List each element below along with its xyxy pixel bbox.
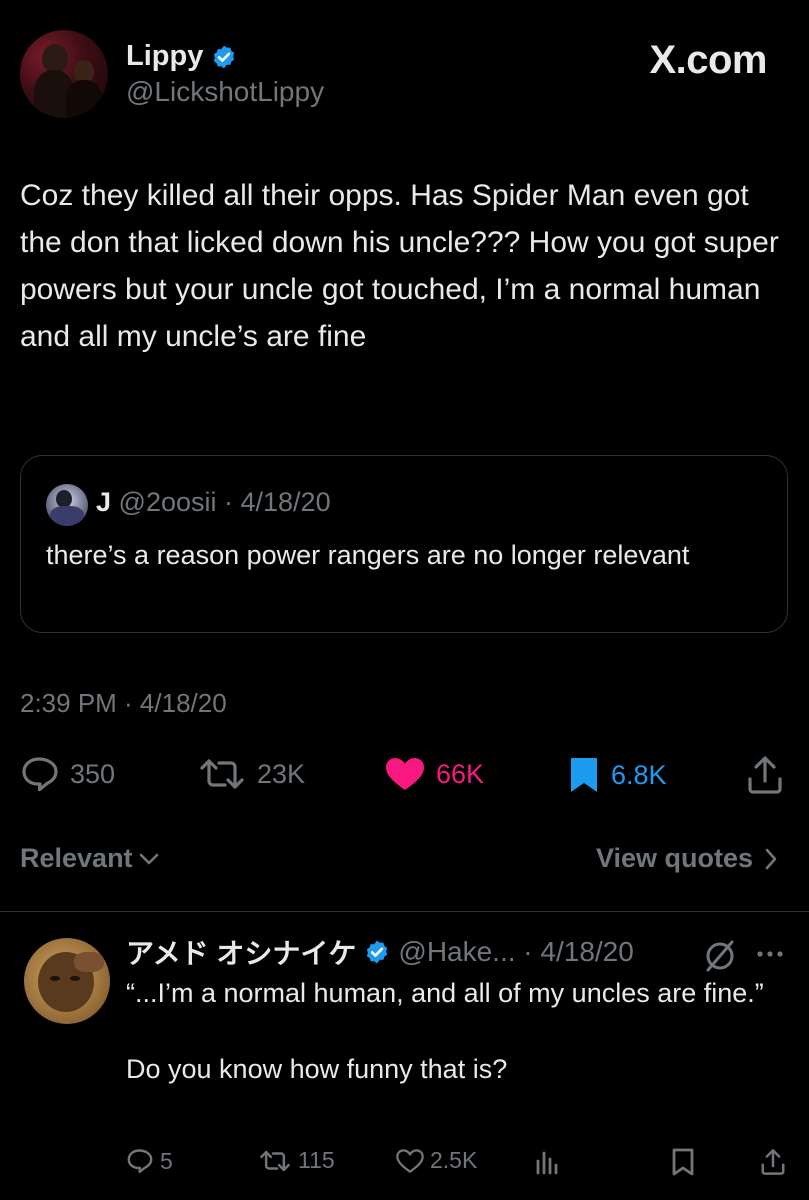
bookmark-count: 6.8K: [611, 760, 667, 790]
reply-like-button[interactable]: 2.5K: [396, 1147, 477, 1174]
reply-repost-button[interactable]: 115: [258, 1147, 335, 1174]
reply-author-name[interactable]: アメド オシナイケ: [126, 932, 356, 972]
bookmark-button[interactable]: 6.8K: [567, 755, 667, 795]
chevron-right-icon: [763, 846, 779, 872]
bookmark-icon: [567, 755, 601, 795]
reply-repost-count: 115: [298, 1147, 335, 1173]
like-icon: [396, 1148, 424, 1174]
view-quotes-label: View quotes: [595, 843, 753, 873]
reply-views-button[interactable]: [534, 1147, 560, 1175]
like-button[interactable]: 66K: [384, 755, 484, 793]
like-count: 66K: [436, 759, 485, 789]
chevron-down-icon: [137, 849, 161, 869]
repost-count: 23K: [257, 759, 306, 789]
quoted-author-avatar: [46, 484, 88, 526]
reply-reply-count: 5: [160, 1147, 173, 1174]
section-divider: [0, 911, 809, 912]
grok-icon[interactable]: [702, 938, 738, 974]
repost-button[interactable]: 23K: [197, 755, 305, 793]
reply-author-meta[interactable]: @Hake... · 4/18/20: [398, 936, 633, 968]
share-icon: [760, 1147, 786, 1177]
quoted-tweet-header: J @2oosii · 4/18/20: [96, 487, 331, 518]
reply-bookmark-button[interactable]: [670, 1147, 696, 1177]
view-quotes-link[interactable]: View quotes: [596, 843, 779, 874]
reply-share-button[interactable]: [760, 1147, 786, 1177]
reply-icon: [20, 755, 60, 793]
repost-icon: [258, 1148, 292, 1174]
reply-text-line1: “...I’m a normal human, and all of my un…: [126, 978, 764, 1008]
views-icon: [534, 1147, 560, 1175]
verified-badge-icon: [364, 939, 390, 965]
author-name-row[interactable]: Lippy: [126, 40, 237, 73]
reply-text-line2: Do you know how funny that is?: [126, 1054, 508, 1084]
tweet-text: Coz they killed all their opps. Has Spid…: [20, 179, 779, 353]
reply-text: “...I’m a normal human, and all of my un…: [126, 974, 786, 1088]
like-icon: [384, 755, 426, 793]
tweet-timestamp[interactable]: 2:39 PM · 4/18/20: [20, 688, 227, 719]
verified-badge-icon: [211, 44, 237, 70]
more-icon[interactable]: [752, 936, 788, 972]
share-icon: [746, 755, 784, 795]
reply-header: アメド オシナイケ @Hake... · 4/18/20: [126, 932, 634, 972]
author-display-name[interactable]: Lippy: [126, 40, 203, 73]
quoted-author-meta: @2oosii · 4/18/20: [118, 487, 331, 517]
sort-relevant-label: Relevant: [20, 843, 133, 873]
reply-like-count: 2.5K: [430, 1147, 478, 1173]
reply-author-avatar[interactable]: [24, 938, 110, 1024]
share-button[interactable]: [746, 755, 784, 795]
site-logo: X.com: [649, 38, 767, 82]
reply-reply-button[interactable]: 5: [126, 1147, 173, 1175]
bookmark-icon: [670, 1147, 696, 1177]
quoted-tweet-text: there’s a reason power rangers are no lo…: [46, 540, 690, 570]
sort-relevant-dropdown[interactable]: Relevant: [20, 843, 161, 874]
reply-icon: [126, 1147, 154, 1175]
quoted-author-name: J: [96, 487, 112, 517]
repost-icon: [197, 755, 247, 793]
author-avatar[interactable]: [20, 30, 108, 118]
author-handle[interactable]: @LickshotLippy: [126, 76, 324, 108]
reply-button[interactable]: 350: [20, 755, 115, 793]
reply-count: 350: [70, 759, 116, 789]
